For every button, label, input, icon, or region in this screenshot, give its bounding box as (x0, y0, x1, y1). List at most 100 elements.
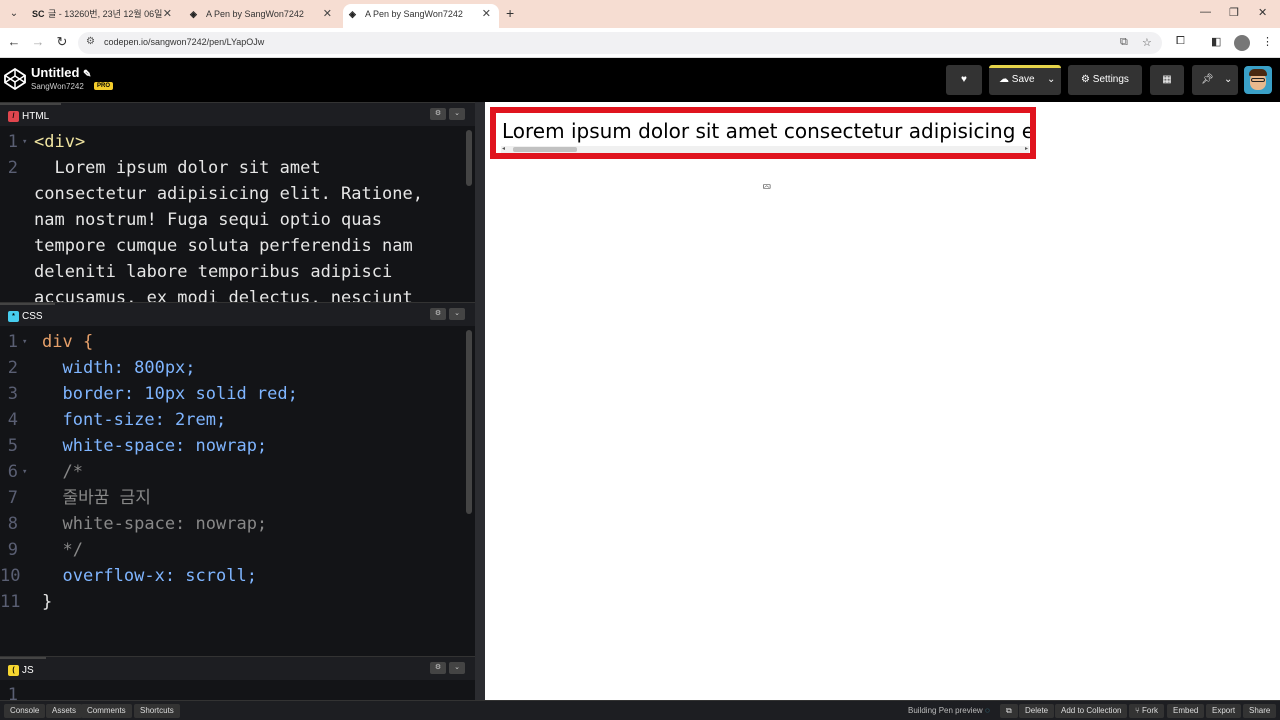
build-status-text: Building Pen preview (908, 706, 983, 715)
chevron-down-icon[interactable]: ⌄ (449, 308, 465, 320)
add-to-collection-button[interactable]: Add to Collection (1055, 704, 1128, 718)
css-editor-scrollbar[interactable] (466, 330, 472, 514)
minimize-icon[interactable]: — (1200, 6, 1211, 18)
fork-icon: ⑂ (1135, 706, 1140, 715)
export-button[interactable]: Export (1206, 704, 1242, 718)
browser-tab-strip: ⌄ SC 글 - 13260번, 23년 12월 06일 ✕ ◈ A Pen b… (0, 0, 1280, 28)
pro-badge: PRO (94, 82, 114, 90)
settings-label: Settings (1092, 74, 1129, 85)
chevron-down-icon[interactable]: ⌄ (449, 108, 465, 120)
pin-button[interactable]: 📌︎ ⌄ (1192, 65, 1238, 95)
pen-username[interactable]: SangWon7242 (31, 82, 84, 91)
address-bar: ← → ↻ ⚙ codepen.io/sangwon7242/pen/LYapO… (0, 28, 1280, 58)
delete-button[interactable]: Delete (1019, 704, 1055, 718)
console-button[interactable]: Console (4, 704, 46, 718)
js-code-editor[interactable]: 1 (0, 680, 475, 700)
close-icon[interactable]: ✕ (323, 4, 332, 24)
editor-column: / HTML ⚙ ⌄ 1 ▾ <div> 2 Lorem ipsum dolor s… (0, 102, 475, 700)
pane-settings-icon[interactable]: ⚙ (430, 662, 446, 674)
save-label: Save (1011, 74, 1035, 85)
spinner-icon: ◌ (984, 706, 990, 715)
site-info-icon[interactable]: ⚙ (86, 36, 95, 47)
codepen-header: Untitled ✎ SangWon7242 PRO ♥ ☁ Save ⌄ ⚙ … (0, 58, 1280, 102)
tab-favicon-sc: SC (32, 9, 45, 19)
css-code-editor[interactable]: 1 ▾ div { 2 width: 800px; 3 border: 10px s… (0, 326, 475, 656)
browser-menu-icon[interactable]: ⋮ (1262, 35, 1273, 48)
scrollbar-thumb[interactable] (513, 147, 577, 152)
browser-tab-2[interactable]: ◈ A Pen by SangWon7242 ✕ (184, 4, 340, 28)
pin-icon: 📌︎ (1201, 74, 1214, 85)
fork-button[interactable]: ⑂ Fork (1129, 704, 1165, 718)
back-icon[interactable]: ← (6, 34, 22, 49)
tab-title: A Pen by SangWon7242 (365, 9, 463, 19)
forward-icon[interactable]: → (30, 34, 46, 49)
html-pane-header: / HTML ⚙ ⌄ (0, 102, 475, 127)
tab-css[interactable]: * CSS (0, 303, 55, 327)
mouse-cursor-icon: ⮹ (762, 180, 772, 194)
js-pane-label: JS (22, 665, 34, 676)
translate-icon[interactable]: ⧉ (1120, 36, 1128, 49)
save-button[interactable]: ☁ Save ⌄ (989, 65, 1061, 95)
like-button[interactable]: ♥ (946, 65, 982, 95)
assets-button[interactable]: Assets (46, 704, 83, 718)
extensions-icon[interactable]: ⧠ (1176, 35, 1185, 48)
comments-button[interactable]: Comments (81, 704, 132, 718)
embed-button[interactable]: Embed (1167, 704, 1205, 718)
close-icon[interactable]: ✕ (482, 4, 491, 24)
html-pane-label: HTML (22, 111, 50, 122)
bookmark-star-icon[interactable]: ☆ (1142, 36, 1152, 49)
bottom-toolbar: Console Assets Comments Shortcuts Buildi… (0, 700, 1280, 720)
scroll-left-icon[interactable]: ◂ (502, 145, 505, 152)
tab-title: 글 - 13260번, 23년 12월 06일 (48, 9, 163, 19)
fork-label: Fork (1142, 706, 1159, 715)
pen-title-text: Untitled (31, 65, 80, 80)
tab-search-icon[interactable]: ⌄ (6, 6, 22, 22)
pane-settings-icon[interactable]: ⚙ (430, 308, 446, 320)
html-editor-scrollbar[interactable] (466, 130, 472, 186)
shortcuts-button[interactable]: Shortcuts (134, 704, 180, 718)
url-text: codepen.io/sangwon7242/pen/LYapOJw (104, 37, 265, 47)
pane-resize-divider[interactable] (475, 102, 485, 700)
html-badge-icon: / (8, 111, 19, 122)
chevron-down-icon[interactable]: ⌄ (1224, 65, 1232, 95)
cloud-icon: ☁ (999, 74, 1009, 85)
tab-html[interactable]: / HTML (0, 103, 62, 127)
codepen-icon: ◈ (190, 9, 197, 19)
codepen-logo-icon[interactable] (4, 68, 26, 90)
js-pane-header: ( JS ⚙ ⌄ (0, 656, 475, 681)
share-button[interactable]: Share (1243, 704, 1277, 718)
window-close-icon[interactable]: ✕ (1258, 6, 1267, 19)
avatar-glasses (1251, 78, 1265, 82)
layout-icon: ▦ (1162, 74, 1172, 85)
maximize-icon[interactable]: ❐ (1229, 6, 1239, 19)
close-icon[interactable]: ✕ (163, 4, 172, 24)
chevron-down-icon[interactable]: ⌄ (449, 662, 465, 674)
reload-icon[interactable]: ↻ (54, 34, 70, 50)
scroll-right-icon[interactable]: ▸ (1025, 145, 1028, 152)
sidepanel-icon[interactable]: ◧ (1211, 35, 1221, 48)
url-input[interactable]: ⚙ codepen.io/sangwon7242/pen/LYapOJw ⧉ ☆ (78, 32, 1162, 54)
layout-button[interactable]: ▦ (1150, 65, 1184, 95)
browser-tab-1[interactable]: SC 글 - 13260번, 23년 12월 06일 ✕ (26, 4, 180, 28)
preview-horizontal-scrollbar[interactable]: ◂ ▸ (501, 146, 1029, 153)
open-external-icon[interactable]: ⧉ (1000, 704, 1018, 718)
gear-icon: ⚙ (1081, 74, 1091, 85)
avatar-hair (1249, 69, 1267, 76)
pane-settings-icon[interactable]: ⚙ (430, 108, 446, 120)
user-avatar[interactable] (1244, 66, 1272, 94)
pen-title[interactable]: Untitled ✎ (31, 65, 91, 80)
preview-text: Lorem ipsum dolor sit amet consectetur a… (502, 119, 1036, 143)
preview-div-box: Lorem ipsum dolor sit amet consectetur a… (490, 107, 1036, 159)
build-status: Building Pen preview ◌ (908, 704, 990, 718)
tab-js[interactable]: ( JS (0, 657, 46, 681)
html-code-editor[interactable]: 1 ▾ <div> 2 Lorem ipsum dolor sit amet con… (0, 126, 475, 302)
js-badge-icon: ( (8, 665, 19, 676)
chevron-down-icon[interactable]: ⌄ (1047, 65, 1055, 95)
settings-button[interactable]: ⚙ Settings (1068, 65, 1142, 95)
edit-pencil-icon[interactable]: ✎ (83, 69, 91, 80)
css-pane-label: CSS (22, 311, 43, 322)
new-tab-button[interactable]: + (506, 5, 514, 21)
tab-title: A Pen by SangWon7242 (206, 9, 304, 19)
browser-tab-3-active[interactable]: ◈ A Pen by SangWon7242 ✕ (343, 4, 499, 28)
browser-profile-avatar[interactable] (1234, 35, 1250, 51)
